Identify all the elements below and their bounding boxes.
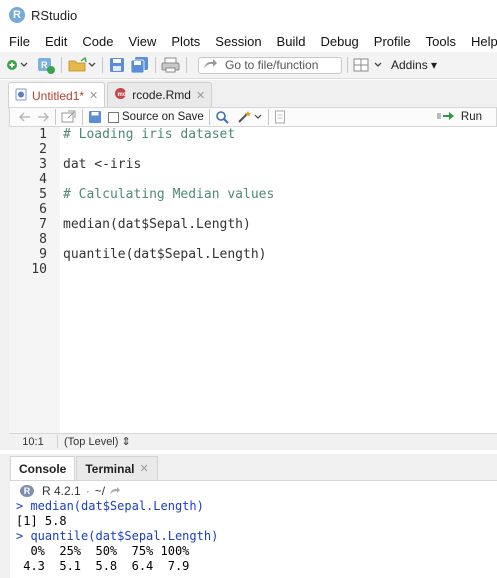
tab-terminal[interactable]: Terminal ✕ [76,456,158,480]
toolbar-divider [61,57,62,73]
toolbar-divider [155,57,156,73]
scope-selector[interactable]: (Top Level) ⇕ [64,435,131,448]
chevron-down-icon: ▾ [431,58,438,72]
close-icon[interactable]: ✕ [139,462,148,475]
save-icon[interactable] [88,107,104,127]
app-title: RStudio [31,7,78,23]
console-output[interactable]: > median(dat$Sepal.Length) [1] 5.8 > qua… [10,499,497,578]
updown-chevron-icon: ⇕ [121,436,131,448]
code-line-comment: # Loading iris dataset [63,127,236,142]
rstudio-logo-icon: R [9,7,25,23]
main-toolbar: R Go to file/function Addins ▾ [0,52,497,79]
toolbar-divider [55,109,56,125]
close-icon[interactable]: ✕ [196,89,205,102]
menu-file[interactable]: File [9,34,30,49]
line-number: 2 [39,142,47,157]
workspace-panes-icon[interactable] [353,55,385,75]
menu-plots[interactable]: Plots [171,34,200,49]
svg-text:R: R [41,60,48,70]
go-to-file-placeholder: Go to file/function [225,58,319,72]
addins-menu[interactable]: Addins ▾ [391,58,437,72]
header-separator: · [85,483,90,498]
console-output-line: 4.3 5.1 5.8 6.4 7.9 [16,559,190,573]
tab-console[interactable]: Console [10,456,76,480]
editor-status-bar: 10:1 (Top Level) ⇕ [9,433,497,449]
run-button[interactable]: Run [436,109,482,125]
status-divider [57,435,58,448]
working-directory: ~/ [94,483,106,498]
line-number: 5 [39,187,47,202]
console-output-line: 0% 25% 50% 75% 100% [16,544,190,558]
menu-profile[interactable]: Profile [374,34,411,49]
source-on-save-label: Source on Save [122,111,204,123]
code-editor[interactable]: # Loading iris dataset dat <-iris # Calc… [60,127,497,433]
code-tools-wand-icon[interactable] [237,107,263,127]
console-input-line: > quantile(dat$Sepal.Length) [16,529,219,543]
menu-help[interactable]: Help [471,34,497,49]
menu-debug[interactable]: Debug [320,34,358,49]
console-header: R R 4.2.1 · ~/ [10,480,497,500]
save-all-icon[interactable] [130,55,150,75]
line-number: 10 [31,262,47,277]
menu-bar: File Edit Code View Plots Session Build … [0,30,497,52]
r-logo-icon: R [20,484,34,497]
go-to-directory-icon[interactable] [109,484,121,498]
go-to-file-input[interactable]: Go to file/function [198,56,342,74]
code-line: median(dat$Sepal.Length) [63,217,251,232]
new-project-icon[interactable]: R [36,55,56,75]
toolbar-divider [82,109,83,125]
back-arrow-icon[interactable] [18,107,32,127]
line-number: 9 [39,247,47,262]
r-script-icon [15,88,32,104]
rmarkdown-icon: md [114,87,132,103]
tab-rcode-rmd[interactable]: md rcode.Rmd ✕ [107,82,213,107]
line-number: 1 [39,127,47,142]
menu-session[interactable]: Session [215,34,261,49]
search-icon[interactable] [215,107,231,127]
show-in-window-icon[interactable] [61,107,77,127]
close-icon[interactable]: ✕ [89,89,98,102]
source-on-save-checkbox[interactable] [108,111,119,123]
console-input-line: > median(dat$Sepal.Length) [16,499,204,513]
console-tabs: Console Terminal ✕ [10,456,159,480]
forward-arrow-icon[interactable] [36,107,50,127]
console-output-line: [1] 5.8 [16,514,67,528]
goto-arrow-icon [203,58,217,73]
save-icon[interactable] [108,55,126,75]
line-number: 7 [39,217,47,232]
run-arrow-icon [436,110,461,125]
editor-toolbar: Source on Save Run [9,107,497,127]
line-number: 6 [39,202,47,217]
tab-label: rcode.Rmd [132,88,191,102]
open-file-icon[interactable] [67,55,97,75]
toolbar-divider [267,109,269,125]
compile-report-icon[interactable] [274,107,286,127]
cursor-position: 10:1 [22,435,44,448]
toolbar-divider [347,57,348,73]
line-number: 4 [39,172,47,187]
toolbar-divider [186,57,187,73]
menu-tools[interactable]: Tools [426,34,456,49]
menu-code[interactable]: Code [82,34,113,49]
line-number-gutter: 1 2 3 4 5 6 7 8 9 10 [9,127,60,433]
tab-label: Untitled1* [32,88,85,103]
toolbar-divider [208,109,210,125]
new-file-icon[interactable] [6,55,30,75]
line-number: 8 [39,232,47,247]
tab-untitled1[interactable]: Untitled1* ✕ [8,82,106,108]
code-line-comment: # Calculating Median values [63,187,275,202]
editor-tabs: Untitled1* ✕ md rcode.Rmd ✕ [8,82,214,108]
code-line: dat <-iris [63,157,142,172]
print-icon[interactable] [161,55,181,75]
r-version: R 4.2.1 [42,483,81,498]
toolbar-divider [102,57,103,73]
menu-view[interactable]: View [128,34,156,49]
menu-edit[interactable]: Edit [45,34,67,49]
line-number: 3 [39,157,47,172]
title-bar: R RStudio [0,0,497,30]
code-line: quantile(dat$Sepal.Length) [63,247,267,262]
run-label: Run [460,111,482,123]
svg-text:md: md [118,92,127,98]
menu-build[interactable]: Build [277,34,306,49]
